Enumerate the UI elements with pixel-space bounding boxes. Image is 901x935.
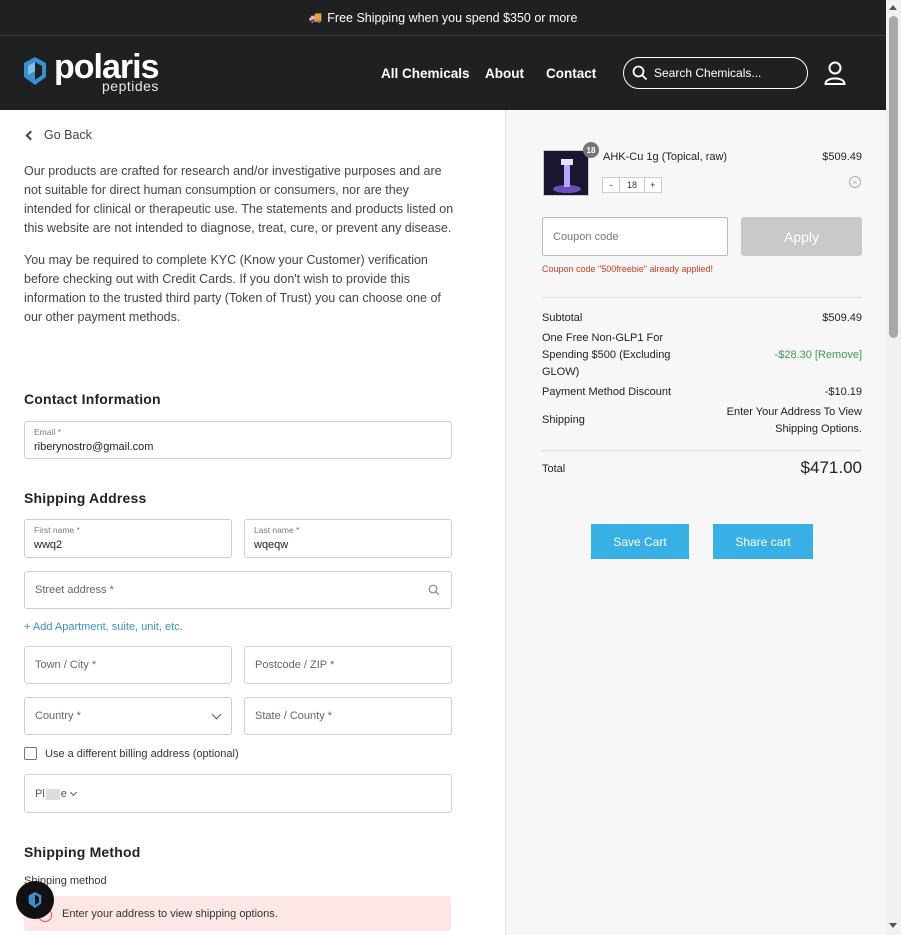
quantity-stepper[interactable]: - 18 + <box>602 177 662 193</box>
postcode-field[interactable]: Postcode / ZIP * <box>244 646 452 684</box>
save-cart-button[interactable]: Save Cart <box>591 524 689 559</box>
discount-value: -$28.30 <box>774 349 812 361</box>
quantity-badge: 18 <box>583 142 599 158</box>
nav-about[interactable]: About <box>485 66 524 81</box>
go-back-label: Go Back <box>44 128 92 142</box>
account-icon[interactable] <box>824 61 846 85</box>
page-scrollbar[interactable] <box>886 0 901 935</box>
go-back-link[interactable]: Go Back <box>24 128 92 142</box>
shipping-alert: Enter your address to view shipping opti… <box>24 896 451 931</box>
billing-address-option[interactable]: Use a different billing address (optiona… <box>24 747 239 760</box>
product-price: $509.49 <box>822 151 862 163</box>
billing-address-checkbox[interactable] <box>24 747 37 760</box>
product-thumbnail <box>543 150 589 196</box>
site-logo[interactable]: polaris peptides <box>24 48 164 94</box>
city-field[interactable]: Town / City * <box>24 646 232 684</box>
billing-address-label: Use a different billing address (optiona… <box>45 747 239 760</box>
product-name[interactable]: AHK-Cu 1g (Topical, raw) <box>603 151 727 163</box>
remove-discount-link[interactable]: [Remove] <box>815 349 862 361</box>
scroll-down-arrow-icon[interactable] <box>889 923 897 928</box>
coupon-message: Coupon code "500freebie" already applied… <box>542 264 714 274</box>
share-cart-button[interactable]: Share cart <box>713 524 813 559</box>
logo-sub: peptides <box>102 78 159 94</box>
postcode-placeholder: Postcode / ZIP * <box>255 659 335 671</box>
payment-discount-label: Payment Method Discount <box>542 386 672 398</box>
remove-item-icon[interactable]: × <box>849 176 861 188</box>
country-placeholder: Country * <box>35 710 81 722</box>
search-icon <box>632 65 648 81</box>
email-value: riberynostro@gmail.com <box>34 441 154 453</box>
truck-icon: 🚚 <box>308 12 323 24</box>
first-name-label: First name * <box>34 525 80 535</box>
chevron-down-icon <box>69 788 77 797</box>
polaris-logo-icon <box>24 57 46 85</box>
email-field[interactable]: Email * riberynostro@gmail.com <box>24 421 452 459</box>
last-name-field[interactable]: Last name * wqeqw <box>244 519 452 558</box>
search-placeholder: Search Chemicals... <box>654 66 762 80</box>
state-placeholder: State / County * <box>255 710 333 722</box>
email-label: Email * <box>34 427 61 437</box>
nav-contact[interactable]: Contact <box>546 66 596 81</box>
phone-prefix: Pl <box>35 788 45 800</box>
quantity-value[interactable]: 18 <box>619 178 645 192</box>
phone-redacted <box>45 788 60 800</box>
discount-row: -$28.30 [Remove] <box>775 347 862 364</box>
announcement-bar: 🚚 Free Shipping when you spend $350 or m… <box>0 0 886 36</box>
disclaimer-paragraph: Our products are crafted for research an… <box>24 164 454 235</box>
divider <box>542 297 862 298</box>
total-value: $471.00 <box>800 458 862 477</box>
street-address-field[interactable]: Street address * <box>24 571 452 609</box>
increase-quantity-button[interactable]: + <box>645 178 661 192</box>
phone-suffix: e <box>60 788 67 800</box>
chat-widget-button[interactable] <box>16 881 54 919</box>
total-label: Total <box>542 463 566 475</box>
search-input[interactable]: Search Chemicals... <box>623 57 808 89</box>
first-name-field[interactable]: First name * wwq2 <box>24 519 232 558</box>
first-name-value: wwq2 <box>34 539 63 551</box>
kyc-paragraph: You may be required to complete KYC (Kno… <box>24 253 441 324</box>
last-name-value: wqeqw <box>254 539 289 551</box>
site-header: 🚚 Free Shipping when you spend $350 or m… <box>0 0 886 110</box>
add-apartment-link[interactable]: + Add Apartment, suite, unit, etc. <box>24 621 183 633</box>
decrease-quantity-button[interactable]: - <box>603 178 619 192</box>
shipping-method-title: Shipping Method <box>24 844 141 860</box>
payment-discount-value: -$10.19 <box>824 386 862 398</box>
contact-section-title: Contact Information <box>24 391 161 407</box>
city-placeholder: Town / City * <box>35 659 97 671</box>
shipping-section-title: Shipping Address <box>24 490 147 506</box>
subtotal-label: Subtotal <box>542 312 583 324</box>
scroll-up-arrow-icon[interactable] <box>889 5 897 10</box>
apply-coupon-button[interactable]: Apply <box>741 217 862 256</box>
chevron-left-icon <box>25 130 36 140</box>
announcement-text: Free Shipping when you spend $350 or mor… <box>327 10 578 25</box>
shipping-value: Enter Your Address To View Shipping Opti… <box>726 406 862 435</box>
coupon-input[interactable]: Coupon code <box>542 217 728 256</box>
polaris-logo-icon <box>28 892 42 908</box>
product-image <box>544 151 588 195</box>
chevron-down-icon <box>211 709 222 720</box>
search-icon <box>428 584 440 596</box>
divider <box>542 450 862 451</box>
state-field[interactable]: State / County * <box>244 697 452 735</box>
country-select[interactable]: Country * <box>24 697 232 735</box>
discount-label: One Free Non-GLP1 For Spending $500 (Exc… <box>542 332 671 378</box>
shipping-alert-text: Enter your address to view shipping opti… <box>62 907 278 920</box>
phone-field[interactable]: Pl e <box>24 774 452 813</box>
last-name-label: Last name * <box>254 525 300 535</box>
scrollbar-thumb[interactable] <box>889 16 898 338</box>
nav-all-chemicals[interactable]: All Chemicals <box>381 66 470 81</box>
subtotal-value: $509.49 <box>822 312 862 324</box>
street-address-placeholder: Street address * <box>35 584 114 596</box>
phone-country-selector[interactable]: Pl e <box>35 788 77 800</box>
shipping-label: Shipping <box>542 414 585 426</box>
